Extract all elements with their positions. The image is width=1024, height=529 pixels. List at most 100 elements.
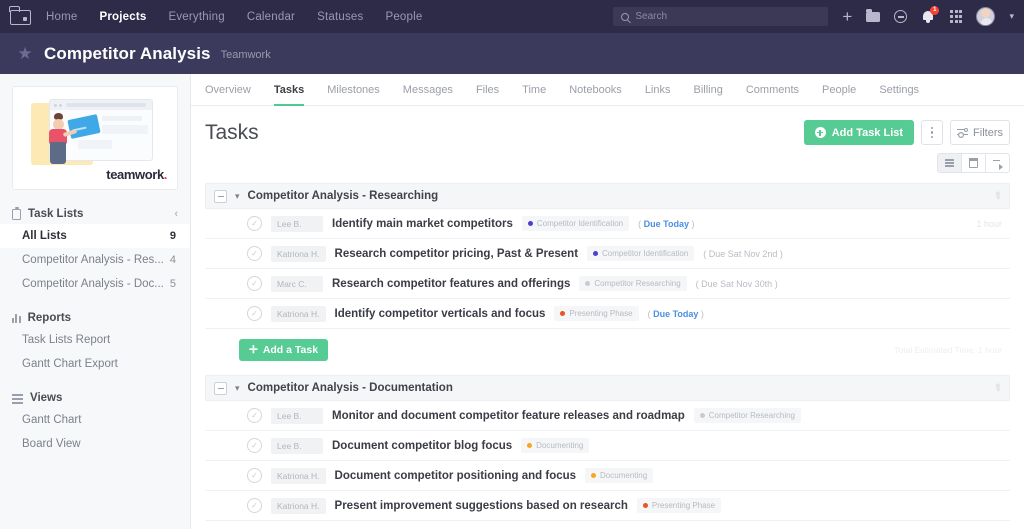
task-complete-checkbox[interactable]: ✓ <box>247 408 262 423</box>
more-options-button[interactable] <box>921 120 944 145</box>
header-actions: Add Task List Filters <box>803 120 1010 145</box>
task-row[interactable]: ✓ Lee B. Identify main market competitors C… <box>205 209 1010 239</box>
star-icon[interactable]: ★ <box>16 45 34 62</box>
sidebar-item-competitor-analysis-res[interactable]: Competitor Analysis - Res... 4 <box>0 248 190 272</box>
nav-link-everything[interactable]: Everything <box>168 9 224 25</box>
task-complete-checkbox[interactable]: ✓ <box>247 276 262 291</box>
task-name[interactable]: Research competitor pricing, Past & Pres… <box>335 248 579 260</box>
task-tag[interactable]: Documenting <box>585 468 654 483</box>
task-name[interactable]: Present improvement suggestions based on… <box>335 500 628 512</box>
folder-icon[interactable] <box>866 8 881 22</box>
task-tag[interactable]: Competitor Researching <box>579 276 687 291</box>
tab-notebooks[interactable]: Notebooks <box>569 84 622 106</box>
pin-icon[interactable]: ✎ <box>990 381 1003 395</box>
task-name[interactable]: Identify competitor verticals and focus <box>335 308 546 320</box>
task-complete-checkbox[interactable]: ✓ <box>247 246 262 261</box>
task-assignee[interactable]: Katriona H. <box>271 245 326 262</box>
collapse-list-icon[interactable] <box>214 189 227 203</box>
nav-link-projects[interactable]: Projects <box>99 9 146 25</box>
chevron-down-icon[interactable]: ▾ <box>1009 11 1014 22</box>
tab-tasks[interactable]: Tasks <box>273 84 305 106</box>
tab-settings[interactable]: Settings <box>879 84 919 106</box>
task-row[interactable]: ✓ Katriona H. Research competitor pricing,… <box>205 239 1010 269</box>
tab-comments[interactable]: Comments <box>746 84 799 106</box>
task-name[interactable]: Identify main market competitors <box>332 218 513 230</box>
add-task-list-button[interactable]: Add Task List <box>803 120 915 145</box>
tab-people[interactable]: People <box>822 84 856 106</box>
sidebar-item-gantt-chart-export[interactable]: Gantt Chart Export <box>0 352 190 376</box>
sidebar-item-gantt-chart[interactable]: Gantt Chart <box>0 408 190 432</box>
task-assignee[interactable]: Lee B. <box>271 215 323 232</box>
task-list-header[interactable]: ▾ Competitor Analysis - Researching ✎ <box>205 183 1010 209</box>
filters-label: Filters <box>973 126 1003 139</box>
avatar[interactable] <box>976 7 996 26</box>
sidebar-item-board-view[interactable]: Board View <box>0 432 190 456</box>
collapse-list-icon[interactable] <box>214 381 227 395</box>
chevron-down-icon[interactable]: ▾ <box>235 383 240 393</box>
task-tag[interactable]: Presenting Phase <box>554 306 639 321</box>
task-assignee[interactable]: Katriona H. <box>271 467 326 484</box>
chevron-down-icon[interactable]: ▾ <box>235 191 240 201</box>
calendar-view-button[interactable] <box>961 153 986 173</box>
nav-link-home[interactable]: Home <box>46 9 77 25</box>
nav-link-statuses[interactable]: Statuses <box>317 9 363 25</box>
task-tag[interactable]: Competitor Identification <box>521 216 630 231</box>
task-assignee[interactable]: Katriona H. <box>271 305 326 322</box>
tab-milestones[interactable]: Milestones <box>327 84 380 106</box>
promo-brand-dot: . <box>163 167 168 182</box>
folder-logo-icon[interactable] <box>9 5 32 26</box>
task-complete-checkbox[interactable]: ✓ <box>247 216 262 231</box>
task-assignee[interactable]: Katriona H. <box>271 497 326 514</box>
tab-overview[interactable]: Overview <box>205 84 251 106</box>
tag-label: Competitor Identification <box>602 249 689 258</box>
task-name[interactable]: Research competitor features and offerin… <box>332 278 570 290</box>
plus-icon[interactable]: + <box>842 8 852 25</box>
task-complete-checkbox[interactable]: ✓ <box>247 498 262 513</box>
sidebar-item-task-lists-report[interactable]: Task Lists Report <box>0 328 190 352</box>
task-assignee[interactable]: Lee B. <box>271 437 323 454</box>
task-row[interactable]: ✓ Katriona H. Present improvement suggesti… <box>205 491 1010 521</box>
gantt-view-button[interactable] <box>985 153 1010 173</box>
task-row[interactable]: ✓ Lee B. Document competitor blog focus Doc… <box>205 431 1010 461</box>
task-row[interactable]: ✓ Lee B. Monitor and document competitor f… <box>205 401 1010 431</box>
task-assignee[interactable]: Lee B. <box>271 407 323 424</box>
body-container: teamwork. Task Lists ‹ All Lists 9 Competito… <box>0 74 1024 529</box>
sidebar-item-competitor-analysis-doc[interactable]: Competitor Analysis - Doc... 5 <box>0 272 190 296</box>
bell-icon[interactable]: 1 <box>921 6 940 24</box>
task-tag[interactable]: Competitor Researching <box>693 408 801 423</box>
tab-billing[interactable]: Billing <box>694 84 723 106</box>
help-circle-icon[interactable] <box>894 10 908 23</box>
task-tag[interactable]: Competitor Identification <box>587 246 695 261</box>
filters-button[interactable]: Filters <box>950 120 1010 145</box>
task-name[interactable]: Document competitor blog focus <box>332 440 512 452</box>
task-row[interactable]: ✓ Marc C. Research competitor features and… <box>205 269 1010 299</box>
tasks-page-title: Tasks <box>205 120 259 144</box>
task-name[interactable]: Monitor and document competitor feature … <box>332 410 685 422</box>
nav-link-calendar[interactable]: Calendar <box>247 9 295 25</box>
task-lists-container[interactable]: ▾ Competitor Analysis - Researching ✎ ✓ Lee … <box>191 173 1024 529</box>
tab-time[interactable]: Time <box>522 84 546 106</box>
task-list-header[interactable]: ▾ Competitor Analysis - Documentation ✎ <box>205 375 1010 401</box>
sidebar-item-all-lists[interactable]: All Lists 9 <box>0 224 190 248</box>
task-complete-checkbox[interactable]: ✓ <box>247 438 262 453</box>
task-name[interactable]: Document competitor positioning and focu… <box>335 470 577 482</box>
task-row[interactable]: ✓ Katriona H. Identify competitor vertical… <box>205 299 1010 329</box>
pin-icon[interactable]: ✎ <box>990 189 1003 203</box>
nav-link-people[interactable]: People <box>385 9 422 25</box>
tab-messages[interactable]: Messages <box>403 84 453 106</box>
task-tag[interactable]: Documenting <box>521 438 590 453</box>
search-box[interactable] <box>613 7 829 26</box>
task-complete-checkbox[interactable]: ✓ <box>247 468 262 483</box>
task-assignee[interactable]: Marc C. <box>271 275 323 292</box>
sidebar-item-label: Board View <box>22 438 81 450</box>
apps-grid-icon[interactable] <box>950 10 963 23</box>
add-a-task-button[interactable]: ✛ Add a Task <box>239 339 329 361</box>
tab-files[interactable]: Files <box>476 84 499 106</box>
list-view-button[interactable] <box>937 153 962 173</box>
collapse-sidebar-icon[interactable]: ‹ <box>174 208 178 220</box>
task-complete-checkbox[interactable]: ✓ <box>247 306 262 321</box>
search-input[interactable] <box>635 11 821 22</box>
tab-links[interactable]: Links <box>645 84 671 106</box>
task-row[interactable]: ✓ Katriona H. Document competitor position… <box>205 461 1010 491</box>
task-tag[interactable]: Presenting Phase <box>636 498 722 513</box>
